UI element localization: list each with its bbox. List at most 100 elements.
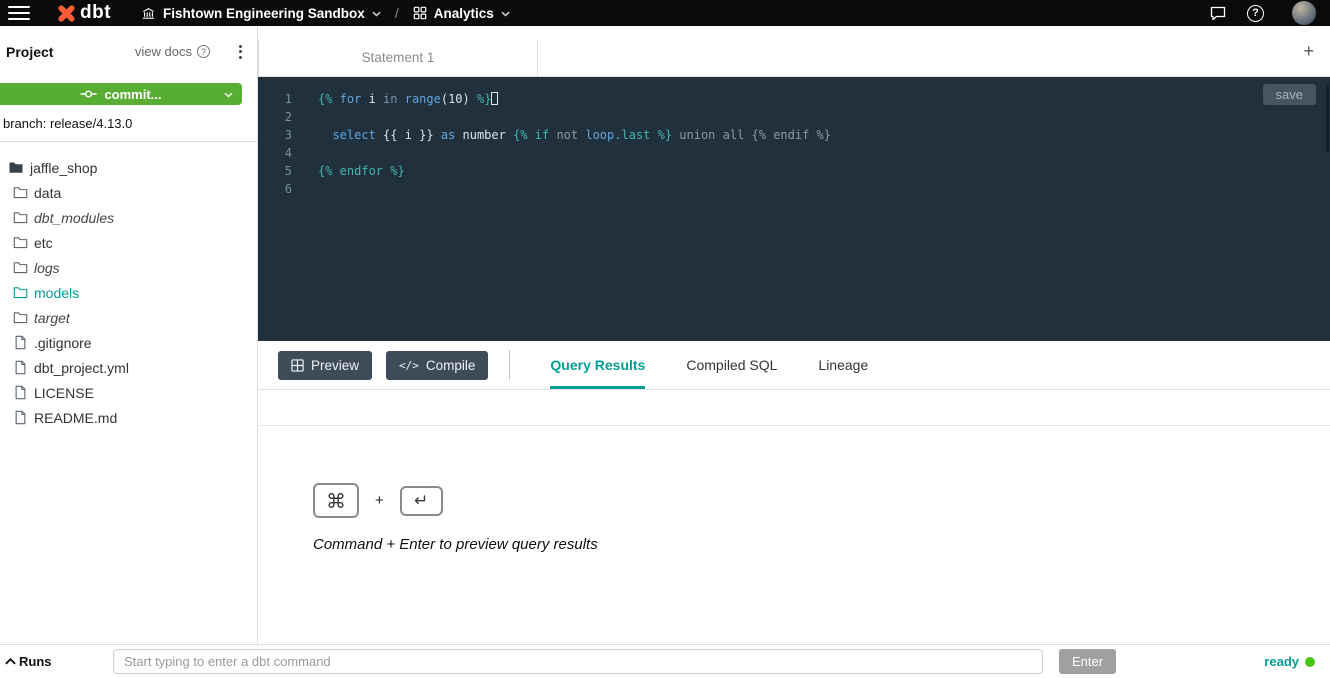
view-docs-link[interactable]: view docs ? [135, 44, 210, 59]
chevron-down-icon [501, 11, 510, 17]
kebab-menu-icon[interactable] [234, 43, 247, 61]
results-tabs: Query Results Compiled SQL Lineage [550, 341, 868, 389]
enter-key-icon: ↵ [400, 486, 443, 516]
avatar[interactable] [1292, 1, 1316, 25]
help-icon[interactable]: ? [1247, 5, 1264, 22]
plus-separator: + [375, 492, 384, 509]
tree-item-label: jaffle_shop [30, 160, 97, 176]
folder-icon [12, 186, 28, 199]
tree-item-label: data [34, 185, 61, 201]
code-text[interactable]: {% for i in range(10) %} [292, 90, 498, 108]
preview-button-label: Preview [311, 358, 359, 373]
runs-label: Runs [19, 654, 52, 669]
building-icon [141, 6, 156, 21]
enter-button[interactable]: Enter [1059, 649, 1116, 674]
tree-item-dbt-project-yml[interactable]: dbt_project.yml [0, 355, 257, 380]
tree-item-license[interactable]: LICENSE [0, 380, 257, 405]
code-text[interactable]: {% endfor %} [292, 162, 405, 180]
view-docs-label: view docs [135, 44, 192, 59]
top-bar: dbt Fishtown Engineering Sandbox / Analy… [0, 0, 1330, 26]
tree-item-models[interactable]: models [0, 280, 257, 305]
account-switcher[interactable]: Fishtown Engineering Sandbox [141, 6, 381, 21]
tree-item-etc[interactable]: etc [0, 230, 257, 255]
code-text[interactable] [292, 108, 318, 126]
tree-item-jaffle-shop[interactable]: jaffle_shop [0, 155, 257, 180]
tree-item-target[interactable]: target [0, 305, 257, 330]
project-switcher[interactable]: Analytics [413, 6, 510, 21]
compile-button[interactable]: </> Compile [386, 351, 488, 380]
editor-scrollbar[interactable] [1326, 85, 1329, 153]
preview-button[interactable]: Preview [278, 351, 372, 380]
toolbar-divider [509, 350, 510, 380]
compile-button-label: Compile [426, 358, 476, 373]
main-row: Project view docs ? commit... branch: re… [0, 26, 1330, 644]
command-key-icon: ⌘ [313, 483, 359, 518]
results-body: ⌘ + ↵ Command + Enter to preview query r… [258, 426, 1330, 553]
runs-toggle[interactable]: Runs [5, 654, 57, 669]
line-number: 3 [258, 126, 292, 144]
folder-icon [12, 261, 28, 274]
tree-item-label: dbt_modules [34, 210, 114, 226]
file-icon [12, 360, 28, 375]
code-text[interactable] [292, 144, 318, 162]
tree-item-dbt-modules[interactable]: dbt_modules [0, 205, 257, 230]
folder-open-icon [8, 161, 24, 174]
code-line: 3 select {{ i }} as number {% if not loo… [258, 126, 1330, 144]
tree-item-logs[interactable]: logs [0, 255, 257, 280]
code-line: 2 [258, 108, 1330, 126]
results-tab-compiled-sql[interactable]: Compiled SQL [686, 341, 777, 389]
results-tab-query-results[interactable]: Query Results [550, 341, 645, 389]
save-button[interactable]: save [1263, 84, 1316, 105]
dbt-cloud-ide: dbt Fishtown Engineering Sandbox / Analy… [0, 0, 1330, 678]
commit-button[interactable]: commit... [0, 83, 242, 105]
status-label: ready [1264, 654, 1299, 669]
line-number: 4 [258, 144, 292, 162]
branch-label: branch: release/4.13.0 [3, 116, 257, 131]
git-commit-icon [80, 88, 97, 100]
tab-statement-1[interactable]: Statement 1 [258, 39, 538, 76]
grid-icon [413, 6, 427, 20]
code-text[interactable]: select {{ i }} as number {% if not loop.… [292, 126, 831, 144]
tree-item-label: etc [34, 235, 53, 251]
shortcut-keys: ⌘ + ↵ [313, 483, 1330, 518]
line-number: 1 [258, 90, 292, 108]
code-line: 1{% for i in range(10) %} [258, 90, 1330, 108]
dbt-logo-text: dbt [80, 2, 111, 24]
editor-pane: Statement 1 + save 1{% for i in range(10… [258, 26, 1330, 644]
code-area: 1{% for i in range(10) %}23 select {{ i … [258, 77, 1330, 198]
folder-icon [12, 211, 28, 224]
status-bar: Runs Enter ready [0, 644, 1330, 678]
code-line: 6 [258, 180, 1330, 198]
new-tab-button[interactable]: + [1287, 41, 1330, 62]
breadcrumb-separator: / [395, 5, 399, 21]
code-line: 4 [258, 144, 1330, 162]
dbt-logo-icon [56, 3, 77, 24]
status-indicator: ready [1264, 654, 1315, 669]
line-number: 6 [258, 180, 292, 198]
text-cursor [491, 92, 498, 105]
folder-icon [12, 236, 28, 249]
tree-item-label: LICENSE [34, 385, 94, 401]
code-text[interactable] [292, 180, 318, 198]
code-brackets-icon: </> [399, 359, 419, 372]
chevron-up-icon [5, 658, 16, 665]
commit-button-label: commit... [104, 87, 161, 102]
tree-item-gitignore[interactable]: .gitignore [0, 330, 257, 355]
sidebar-title: Project [6, 44, 53, 60]
shortcut-hint: Command + Enter to preview query results [313, 536, 1330, 553]
line-number: 5 [258, 162, 292, 180]
chevron-down-icon [224, 92, 233, 98]
tree-item-label: .gitignore [34, 335, 92, 351]
tree-item-label: target [34, 310, 70, 326]
dbt-logo[interactable]: dbt [56, 2, 111, 24]
command-input[interactable] [113, 649, 1043, 674]
results-tab-lineage[interactable]: Lineage [818, 341, 868, 389]
chat-icon[interactable] [1209, 4, 1227, 22]
hamburger-menu-icon[interactable] [8, 6, 30, 20]
tree-item-label: dbt_project.yml [34, 360, 129, 376]
folder-icon [12, 311, 28, 324]
results-substrip [258, 390, 1330, 426]
code-editor[interactable]: save 1{% for i in range(10) %}23 select … [258, 77, 1330, 341]
tree-item-readme-md[interactable]: README.md [0, 405, 257, 430]
tree-item-data[interactable]: data [0, 180, 257, 205]
